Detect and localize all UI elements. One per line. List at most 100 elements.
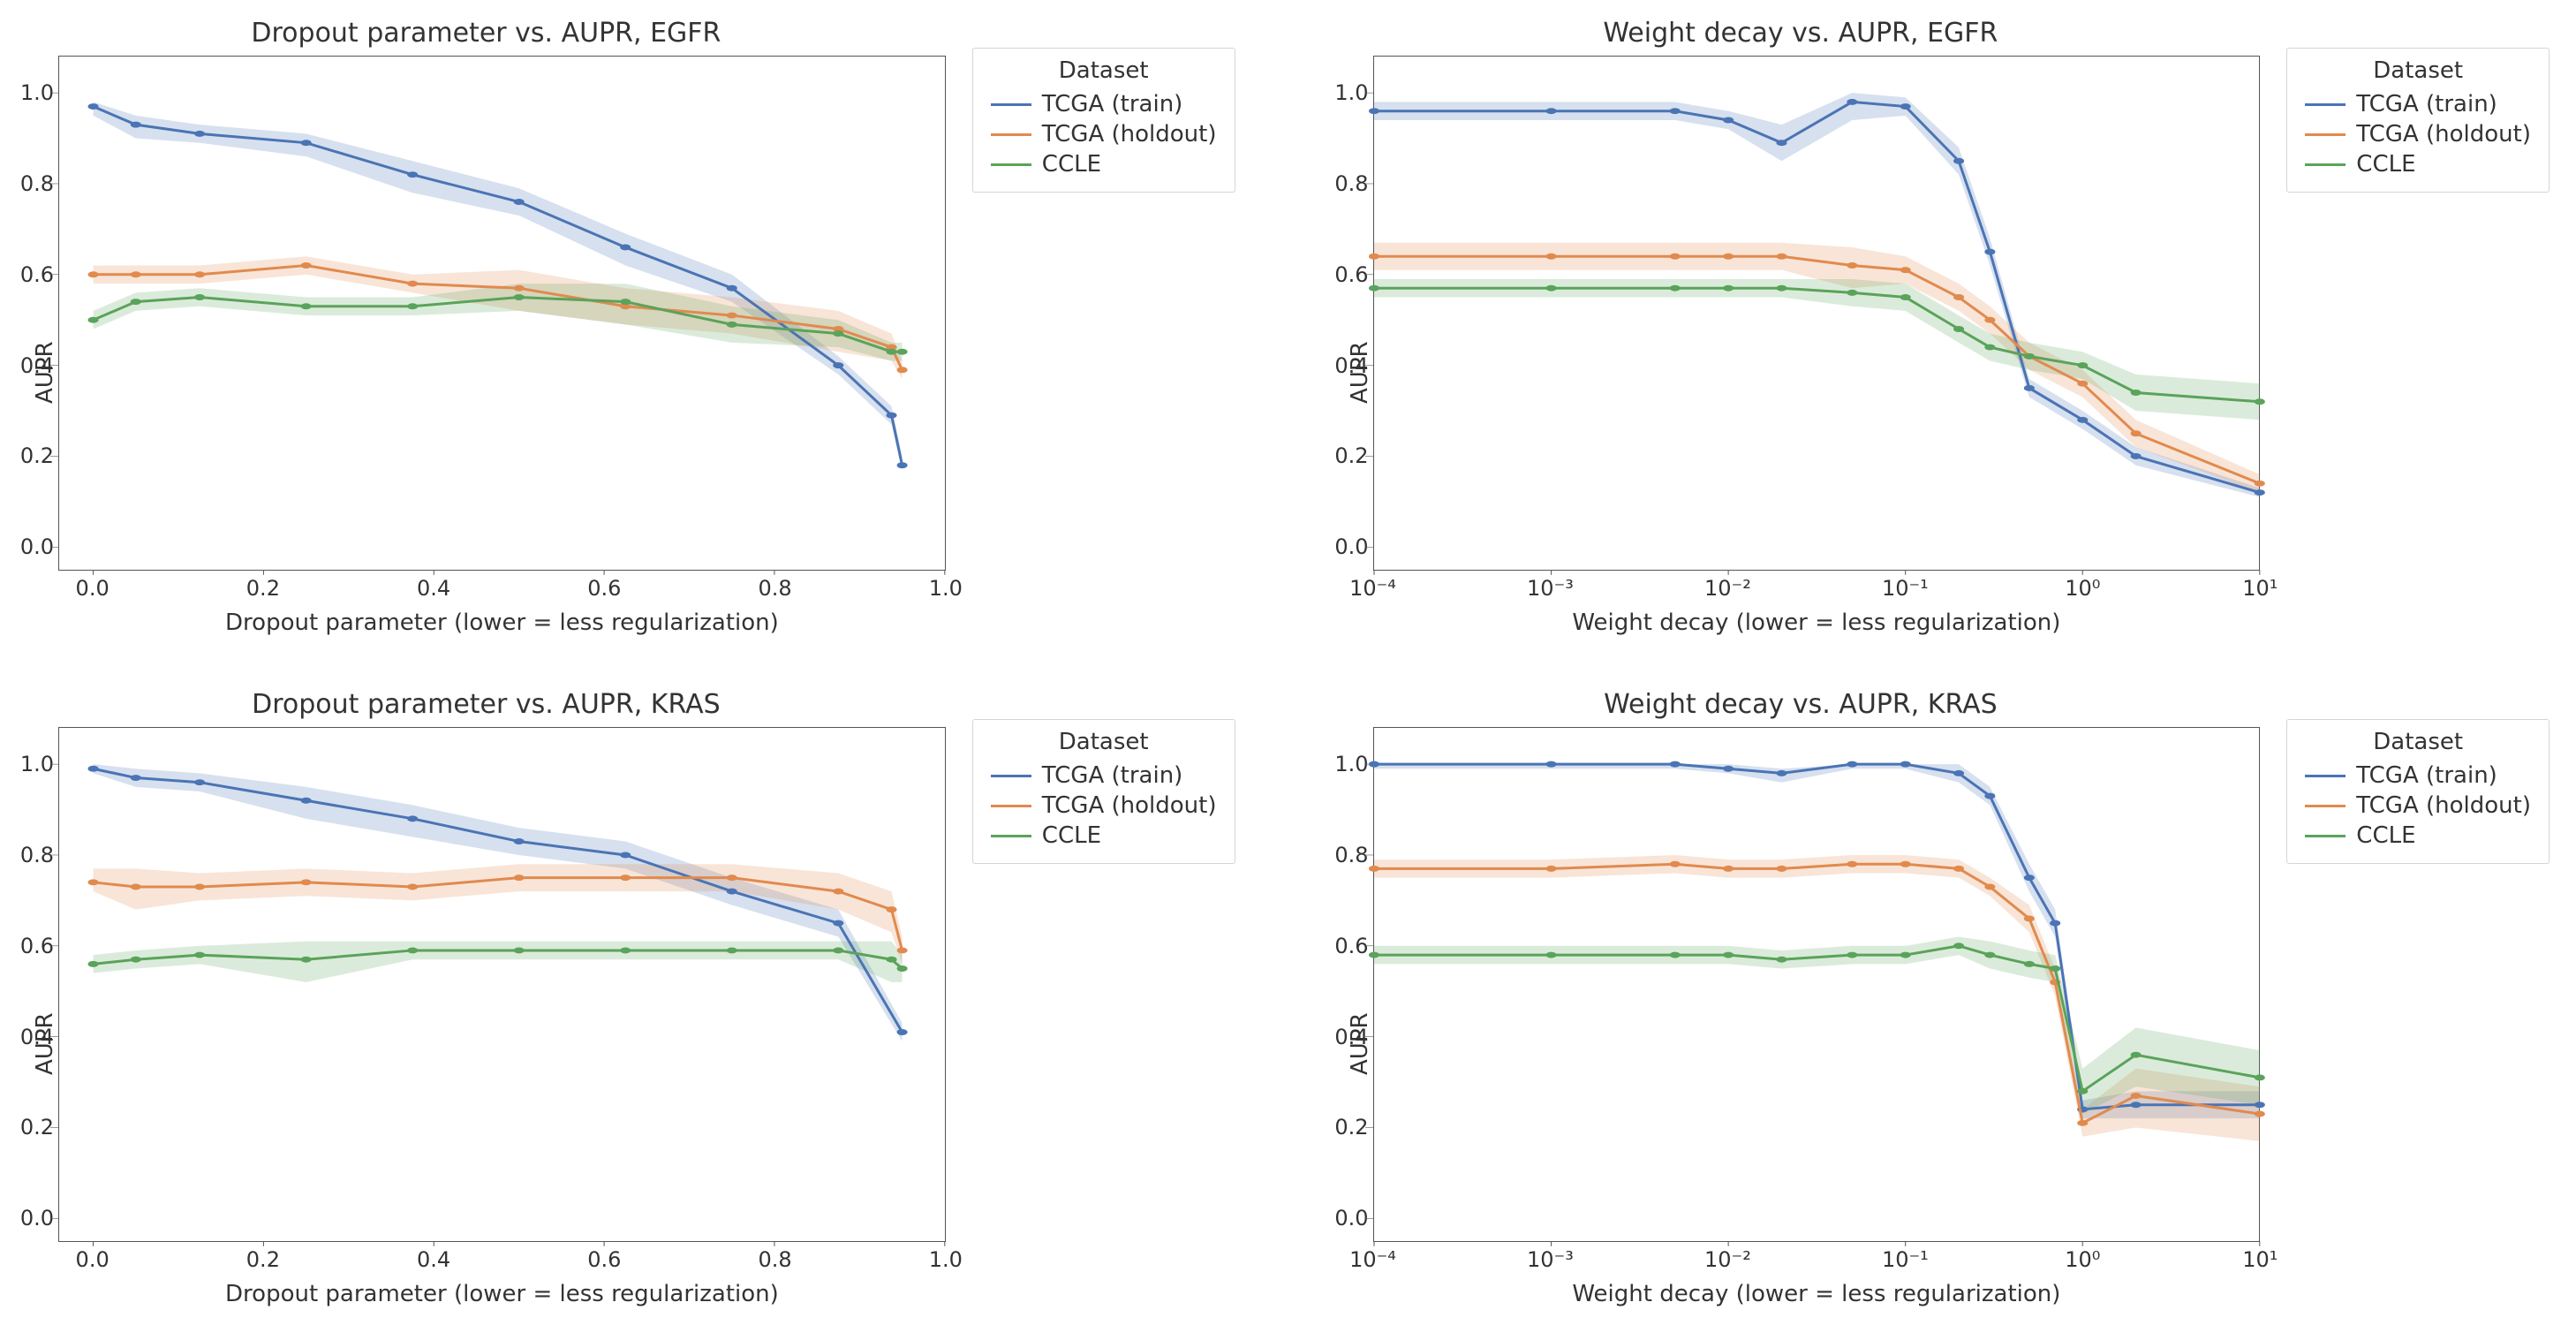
legend-swatch-icon: [2305, 775, 2346, 777]
y-tick-label: 0.0: [1334, 534, 1368, 559]
x-tick-label: 10⁻¹: [1882, 1247, 1929, 1272]
y-tick-label: 0.4: [20, 1025, 54, 1049]
legend-label: TCGA (holdout): [2356, 121, 2531, 148]
x-tick-label: 0.4: [417, 1247, 450, 1272]
legend-item: TCGA (train): [991, 89, 1217, 119]
confidence-band: [94, 942, 903, 982]
legend-title: Dataset: [2305, 729, 2531, 761]
chart-title: Dropout parameter vs. AUPR, EGFR: [26, 18, 946, 49]
x-tick-label: 0.6: [587, 1247, 621, 1272]
x-tick-label: 1.0: [929, 1247, 963, 1272]
x-tick-label: 10⁻⁴: [1349, 576, 1396, 601]
panel-dropout-kras: Dropout parameter vs. AUPR, KRASAUPR0.00…: [26, 689, 1235, 1307]
x-tick-label: 0.0: [76, 1247, 110, 1272]
y-tick-label: 1.0: [20, 752, 54, 776]
x-tick-label: 10⁰: [2065, 1247, 2100, 1272]
y-tick-label: 0.8: [1334, 843, 1368, 867]
legend-label: TCGA (holdout): [1042, 792, 1217, 819]
legend-item: TCGA (holdout): [991, 119, 1217, 149]
legend-label: CCLE: [1042, 822, 1101, 849]
figure-grid: Dropout parameter vs. AUPR, EGFRAUPR0.00…: [0, 0, 2576, 1325]
confidence-band: [1374, 855, 2260, 1141]
x-tick-label: 0.6: [587, 576, 621, 601]
legend-label: TCGA (train): [1042, 762, 1183, 789]
plot-area: 0.00.20.40.60.81.0: [1373, 56, 2261, 571]
legend-item: CCLE: [2305, 821, 2531, 851]
y-tick-label: 0.2: [20, 443, 54, 468]
x-tick-label: 10¹: [2242, 1247, 2278, 1272]
legend-item: TCGA (holdout): [2305, 119, 2531, 149]
y-tick-label: 0.4: [1334, 1025, 1368, 1049]
x-tick-label: 0.8: [758, 576, 791, 601]
chart-title: Dropout parameter vs. AUPR, KRAS: [26, 689, 946, 720]
legend-swatch-icon: [991, 103, 1031, 106]
x-tick-label: 10⁻¹: [1882, 576, 1929, 601]
panel-wd-kras: Weight decay vs. AUPR, KRASAUPR0.00.20.4…: [1341, 689, 2550, 1307]
legend-swatch-icon: [991, 133, 1031, 136]
x-tick-label: 10⁻²: [1704, 1247, 1751, 1272]
legend-label: TCGA (holdout): [1042, 121, 1217, 148]
y-tick-label: 0.8: [1334, 171, 1368, 196]
x-axis-label: Dropout parameter (lower = less regulari…: [58, 1281, 946, 1307]
chart-title: Weight decay vs. AUPR, EGFR: [1341, 18, 2261, 49]
legend-label: TCGA (train): [1042, 91, 1183, 117]
x-tick-label: 10⁻³: [1527, 576, 1574, 601]
legend-item: TCGA (holdout): [991, 791, 1217, 821]
x-tick-label: 0.8: [758, 1247, 791, 1272]
legend: DatasetTCGA (train) TCGA (holdout) CCLE: [2286, 719, 2550, 864]
x-tick-label: 0.4: [417, 576, 450, 601]
legend-label: CCLE: [1042, 151, 1101, 178]
legend-swatch-icon: [991, 775, 1031, 777]
legend-swatch-icon: [2305, 103, 2346, 106]
y-tick-label: 0.6: [1334, 934, 1368, 958]
y-tick-label: 0.6: [20, 262, 54, 287]
x-axis-label: Dropout parameter (lower = less regulari…: [58, 610, 946, 636]
legend-label: TCGA (train): [2356, 762, 2497, 789]
confidence-band: [1374, 937, 2260, 1115]
legend-label: TCGA (holdout): [2356, 792, 2531, 819]
legend-title: Dataset: [991, 57, 1217, 89]
y-tick-label: 0.2: [1334, 1115, 1368, 1140]
plot-area: 0.00.20.40.60.81.0: [58, 56, 946, 571]
legend-swatch-icon: [2305, 835, 2346, 837]
legend-label: CCLE: [2356, 151, 2415, 178]
legend-item: CCLE: [991, 821, 1217, 851]
legend-item: TCGA (train): [2305, 761, 2531, 791]
y-tick-label: 0.6: [20, 934, 54, 958]
legend: DatasetTCGA (train) TCGA (holdout) CCLE: [972, 719, 1235, 864]
legend-item: CCLE: [991, 149, 1217, 179]
legend-label: CCLE: [2356, 822, 2415, 849]
legend: DatasetTCGA (train) TCGA (holdout) CCLE: [2286, 48, 2550, 193]
y-tick-label: 0.4: [20, 353, 54, 378]
x-tick-label: 10⁻²: [1704, 576, 1751, 601]
x-tick-label: 0.2: [246, 1247, 280, 1272]
legend-title: Dataset: [2305, 57, 2531, 89]
legend-item: TCGA (holdout): [2305, 791, 2531, 821]
x-tick-label: 1.0: [929, 576, 963, 601]
legend-title: Dataset: [991, 729, 1217, 761]
confidence-band: [94, 764, 903, 1041]
legend-swatch-icon: [991, 805, 1031, 807]
plot-area: 0.00.20.40.60.81.0: [1373, 727, 2261, 1242]
legend-swatch-icon: [2305, 133, 2346, 136]
legend-label: TCGA (train): [2356, 91, 2497, 117]
y-tick-label: 0.6: [1334, 262, 1368, 287]
x-tick-label: 0.0: [76, 576, 110, 601]
x-axis-label: Weight decay (lower = less regularizatio…: [1373, 610, 2261, 636]
y-tick-label: 0.2: [1334, 443, 1368, 468]
plot-area: 0.00.20.40.60.81.0: [58, 727, 946, 1242]
y-tick-label: 0.0: [20, 1206, 54, 1230]
x-tick-label: 10⁻³: [1527, 1247, 1574, 1272]
legend-item: CCLE: [2305, 149, 2531, 179]
legend-swatch-icon: [2305, 163, 2346, 166]
y-tick-label: 0.8: [20, 843, 54, 867]
y-tick-label: 0.2: [20, 1115, 54, 1140]
y-tick-label: 0.0: [1334, 1206, 1368, 1230]
y-tick-label: 0.4: [1334, 353, 1368, 378]
legend: DatasetTCGA (train) TCGA (holdout) CCLE: [972, 48, 1235, 193]
x-axis-label: Weight decay (lower = less regularizatio…: [1373, 1281, 2261, 1307]
y-tick-label: 1.0: [1334, 80, 1368, 105]
legend-swatch-icon: [2305, 805, 2346, 807]
y-tick-label: 0.0: [20, 534, 54, 559]
legend-swatch-icon: [991, 835, 1031, 837]
